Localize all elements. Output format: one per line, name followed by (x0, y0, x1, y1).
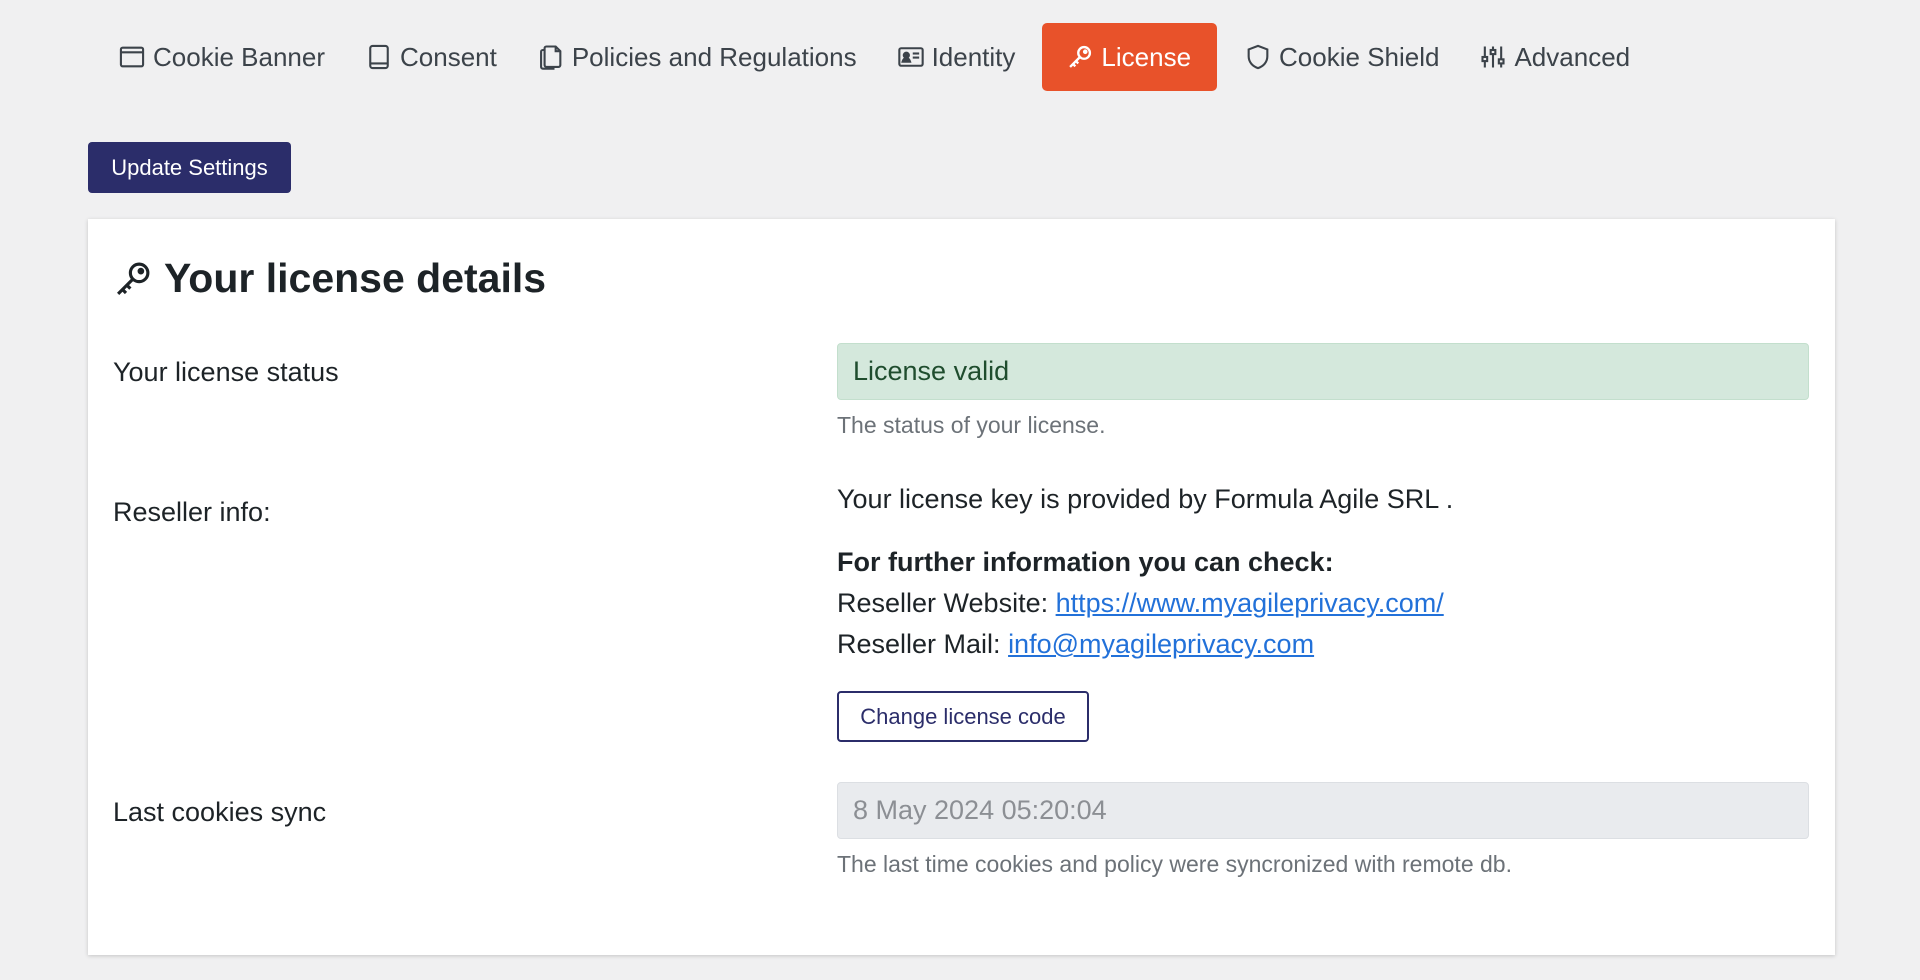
tab-cookie-banner[interactable]: Cookie Banner (98, 23, 345, 91)
tab-label: Policies and Regulations (571, 41, 857, 72)
license-status-help: The status of your license. (837, 412, 1106, 438)
update-settings-button[interactable]: Update Settings (88, 142, 291, 193)
id-card-icon (897, 47, 924, 67)
sliders-icon (1481, 46, 1506, 68)
license-panel: Your license details Your license status… (88, 219, 1835, 955)
reseller-mail-link[interactable]: info@myagileprivacy.com (1008, 629, 1314, 659)
reseller-website-row: Reseller Website: https://www.myagilepri… (837, 588, 1444, 619)
panel-title: Your license details (112, 255, 546, 302)
tab-label: License (1101, 41, 1192, 72)
tab-label: Consent (400, 41, 497, 72)
tab-label: Advanced (1514, 41, 1631, 72)
documents-icon (539, 45, 562, 70)
tab-advanced[interactable]: Advanced (1459, 23, 1650, 91)
reseller-info-label: Reseller info: (113, 497, 271, 527)
tab-license[interactable]: License (1042, 23, 1218, 91)
settings-tabs: Cookie Banner Consent Policies and Regul… (98, 23, 1650, 91)
tab-label: Cookie Shield (1279, 41, 1440, 72)
license-status-label: Your license status (113, 357, 339, 387)
tab-consent[interactable]: Consent (345, 23, 517, 91)
tab-policies[interactable]: Policies and Regulations (517, 23, 877, 91)
key-icon (117, 262, 150, 295)
reseller-website-link[interactable]: https://www.myagileprivacy.com/ (1056, 588, 1444, 618)
license-status-field: License valid (837, 343, 1809, 400)
reseller-provided-by: Your license key is provided by Formula … (837, 484, 1454, 514)
shield-icon (1247, 44, 1269, 70)
reseller-website-label: Reseller Website: (837, 588, 1049, 618)
reseller-mail-row: Reseller Mail: info@myagileprivacy.com (837, 629, 1314, 660)
tab-identity[interactable]: Identity (877, 23, 1036, 91)
last-sync-label: Last cookies sync (113, 797, 327, 827)
window-icon (119, 46, 145, 68)
last-sync-help: The last time cookies and policy were sy… (837, 851, 1512, 877)
tab-label: Cookie Banner (153, 41, 325, 72)
tab-label: Identity (931, 41, 1016, 72)
reseller-mail-label: Reseller Mail: (837, 629, 1001, 659)
reseller-further-info: For further information you can check: (837, 547, 1334, 577)
tablet-icon (369, 44, 389, 70)
key-icon (1069, 45, 1092, 68)
last-sync-field: 8 May 2024 05:20:04 (837, 782, 1809, 839)
panel-title-text: Your license details (164, 255, 547, 301)
change-license-code-button[interactable]: Change license code (837, 691, 1089, 742)
tab-cookie-shield[interactable]: Cookie Shield (1224, 23, 1459, 91)
